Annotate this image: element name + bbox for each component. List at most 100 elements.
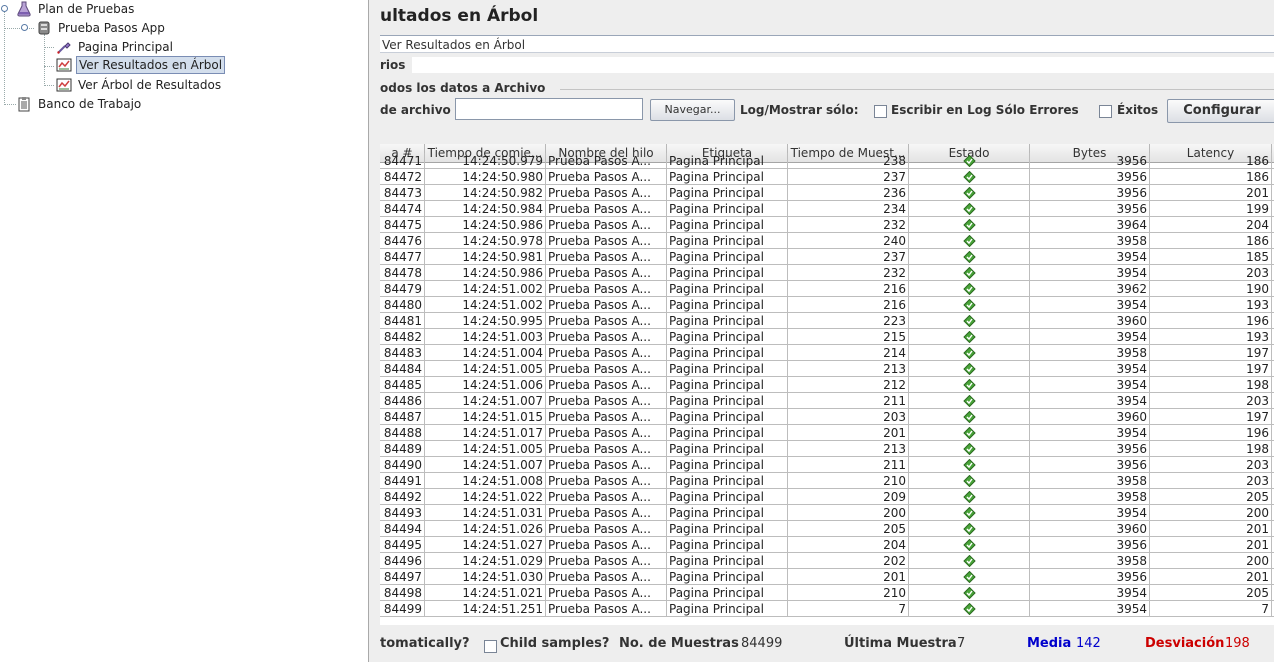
bytes-cell: 3954 [1030, 601, 1150, 616]
table-row[interactable]: 84489 14:24:51.005 Prueba Pasos A... Pagina… [380, 441, 1274, 457]
group-border [560, 89, 1274, 90]
status-cell [909, 345, 1030, 360]
thread-name-cell: Prueba Pasos A... [546, 153, 667, 168]
start-time-cell: 14:24:50.986 [425, 265, 546, 280]
workbench-clipboard-icon [16, 96, 32, 112]
table-row[interactable]: 84478 14:24:50.986 Prueba Pasos A... Pagina… [380, 265, 1274, 281]
table-row[interactable]: 84491 14:24:51.008 Prueba Pasos A... Pagina… [380, 473, 1274, 489]
sample-time-cell: 232 [788, 217, 909, 232]
start-time-cell: 14:24:51.008 [425, 473, 546, 488]
results-table[interactable]: a # Tiempo de comie... Nombre del hilo Etiq… [380, 144, 1274, 625]
label-cell: Pagina Principal [667, 329, 788, 344]
table-row[interactable]: 84487 14:24:51.015 Prueba Pasos A... Pagina… [380, 409, 1274, 425]
table-row[interactable]: 84499 14:24:51.251 Prueba Pasos A... Pagina… [380, 601, 1274, 617]
table-row[interactable]: 84485 14:24:51.006 Prueba Pasos A... Pagina… [380, 377, 1274, 393]
table-row[interactable]: 84479 14:24:51.002 Prueba Pasos A... Pagina… [380, 281, 1274, 297]
latency-cell: 201 [1150, 569, 1272, 584]
label-cell: Pagina Principal [667, 313, 788, 328]
table-row[interactable]: 84492 14:24:51.022 Prueba Pasos A... Pagina… [380, 489, 1274, 505]
comments-field[interactable] [412, 57, 1274, 73]
table-row[interactable]: 84475 14:24:50.986 Prueba Pasos A... Pagina… [380, 217, 1274, 233]
table-row[interactable]: 84495 14:24:51.027 Prueba Pasos A... Pagina… [380, 537, 1274, 553]
status-cell [909, 169, 1030, 184]
thread-name-cell: Prueba Pasos A... [546, 537, 667, 552]
start-time-cell: 14:24:51.003 [425, 329, 546, 344]
sample-number-cell: 84490 [380, 457, 425, 472]
start-time-cell: 14:24:51.005 [425, 361, 546, 376]
table-row[interactable]: 84496 14:24:51.029 Prueba Pasos A... Pagina… [380, 553, 1274, 569]
table-row[interactable]: 84473 14:24:50.982 Prueba Pasos A... Pagina… [380, 185, 1274, 201]
thread-name-cell: Prueba Pasos A... [546, 201, 667, 216]
table-row[interactable]: 84483 14:24:51.004 Prueba Pasos A... Pagina… [380, 345, 1274, 361]
expand-toggle-icon[interactable] [1, 5, 8, 12]
errors-only-checkbox[interactable] [874, 105, 887, 118]
success-shield-icon [962, 346, 976, 360]
label-cell: Pagina Principal [667, 457, 788, 472]
thread-name-cell: Prueba Pasos A... [546, 601, 667, 616]
start-time-cell: 14:24:51.002 [425, 281, 546, 296]
table-row[interactable]: 84498 14:24:51.021 Prueba Pasos A... Pagina… [380, 585, 1274, 601]
table-row[interactable]: 84497 14:24:51.030 Prueba Pasos A... Pagina… [380, 569, 1274, 585]
child-samples-checkbox[interactable] [484, 640, 497, 653]
test-plan-tree[interactable]: Plan de Pruebas Prueba Pasos App Pagina … [0, 0, 368, 662]
status-cell [909, 585, 1030, 600]
latency-cell: 186 [1150, 153, 1272, 168]
tree-item-label: Plan de Pruebas [38, 2, 135, 16]
deviation-value: 198 [1225, 636, 1250, 651]
label-cell: Pagina Principal [667, 441, 788, 456]
browse-button[interactable]: Navegar... [650, 99, 735, 121]
table-row[interactable]: 84474 14:24:50.984 Prueba Pasos A... Pagina… [380, 201, 1274, 217]
status-cell [909, 441, 1030, 456]
latency-cell: 193 [1150, 297, 1272, 312]
success-only-checkbox[interactable] [1099, 105, 1112, 118]
tree-item-label: Ver Árbol de Resultados [78, 78, 222, 92]
table-row[interactable]: 84480 14:24:51.002 Prueba Pasos A... Pagina… [380, 297, 1274, 313]
sample-number-cell: 84485 [380, 377, 425, 392]
sample-number-cell: 84477 [380, 249, 425, 264]
table-row[interactable]: 84494 14:24:51.026 Prueba Pasos A... Pagina… [380, 521, 1274, 537]
table-row[interactable]: 84472 14:24:50.980 Prueba Pasos A... Pagina… [380, 169, 1274, 185]
table-row[interactable]: 84477 14:24:50.981 Prueba Pasos A... Pagina… [380, 249, 1274, 265]
thread-name-cell: Prueba Pasos A... [546, 489, 667, 504]
sample-number-cell: 84473 [380, 185, 425, 200]
sample-time-cell: 213 [788, 441, 909, 456]
success-shield-icon [962, 282, 976, 296]
table-row[interactable]: 84476 14:24:50.978 Prueba Pasos A... Pagina… [380, 233, 1274, 249]
file-name-input[interactable] [455, 98, 643, 120]
start-time-cell: 14:24:50.984 [425, 201, 546, 216]
thread-name-cell: Prueba Pasos A... [546, 457, 667, 472]
table-row[interactable]: 84486 14:24:51.007 Prueba Pasos A... Pagina… [380, 393, 1274, 409]
table-row[interactable]: 84488 14:24:51.017 Prueba Pasos A... Pagina… [380, 425, 1274, 441]
bytes-cell: 3960 [1030, 313, 1150, 328]
bytes-cell: 3958 [1030, 553, 1150, 568]
success-shield-icon [962, 250, 976, 264]
tree-connector [44, 47, 54, 48]
configure-button[interactable]: Configurar [1167, 99, 1274, 123]
start-time-cell: 14:24:51.031 [425, 505, 546, 520]
bytes-cell: 3956 [1030, 169, 1150, 184]
name-field[interactable]: Ver Resultados en Árbol [380, 35, 1274, 53]
success-shield-icon [962, 314, 976, 328]
label-cell: Pagina Principal [667, 393, 788, 408]
latency-cell: 203 [1150, 457, 1272, 472]
sample-number-cell: 84495 [380, 537, 425, 552]
latency-cell: 7 [1150, 601, 1272, 616]
sample-time-cell: 205 [788, 521, 909, 536]
expand-toggle-icon[interactable] [21, 24, 28, 31]
start-time-cell: 14:24:51.004 [425, 345, 546, 360]
file-name-label: de archivo [380, 103, 451, 117]
table-row[interactable]: 84471 14:24:50.979 Prueba Pasos A... Pagina… [380, 153, 1274, 169]
bytes-cell: 3962 [1030, 281, 1150, 296]
table-row[interactable]: 84484 14:24:51.005 Prueba Pasos A... Pagina… [380, 361, 1274, 377]
table-row[interactable]: 84490 14:24:51.007 Prueba Pasos A... Pagina… [380, 457, 1274, 473]
success-shield-icon [962, 298, 976, 312]
table-row[interactable]: 84482 14:24:51.003 Prueba Pasos A... Pagina… [380, 329, 1274, 345]
table-row[interactable]: 84493 14:24:51.031 Prueba Pasos A... Pagina… [380, 505, 1274, 521]
split-pane-divider[interactable] [368, 0, 380, 662]
sample-number-cell: 84499 [380, 601, 425, 616]
table-row[interactable]: 84481 14:24:50.995 Prueba Pasos A... Pagina… [380, 313, 1274, 329]
thread-name-cell: Prueba Pasos A... [546, 521, 667, 536]
sample-time-cell: 213 [788, 361, 909, 376]
bytes-cell: 3960 [1030, 521, 1150, 536]
sample-number-cell: 84487 [380, 409, 425, 424]
